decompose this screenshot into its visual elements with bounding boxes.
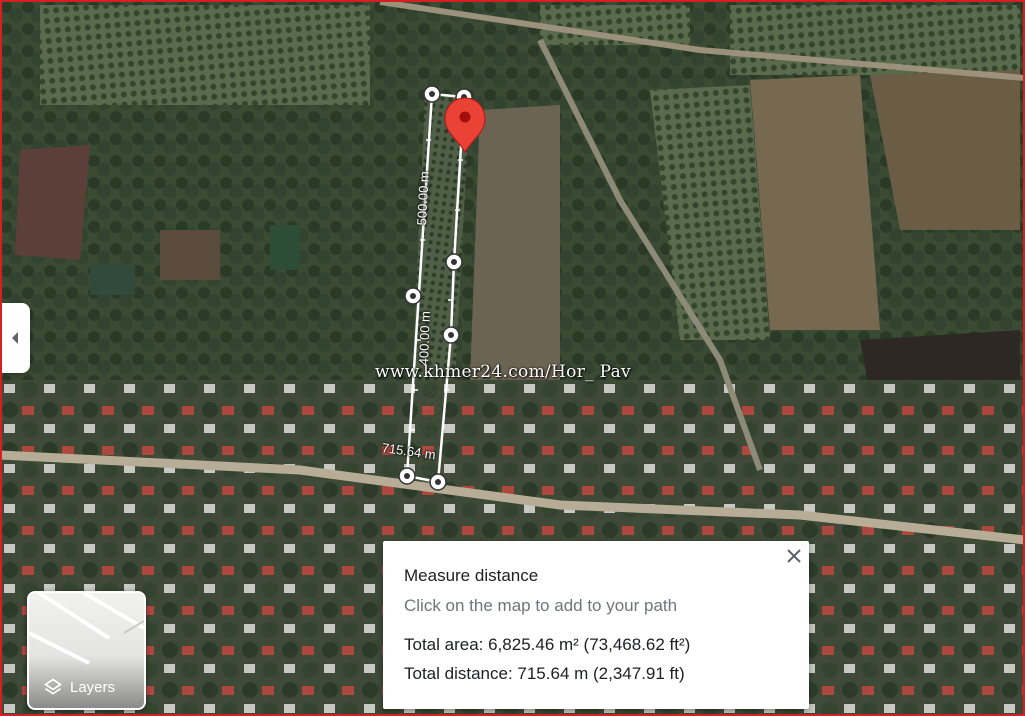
total-distance: Total distance: 715.64 m (2,347.91 ft)	[404, 664, 685, 683]
panel-title: Measure distance	[404, 566, 539, 585]
total-area: Total area: 6,825.46 m² (73,468.62 ft²)	[404, 635, 691, 654]
segment-length-label: 400.00 m	[416, 310, 433, 366]
chevron-left-icon	[12, 332, 18, 344]
watermark: www.khmer24.com/Hor_ Pav	[375, 362, 631, 382]
segment-length-label: 500.00 m	[414, 170, 432, 226]
layers-label: Layers	[70, 678, 116, 696]
layers-icon	[43, 678, 63, 695]
collapse-side-panel-button[interactable]	[0, 303, 30, 373]
layers-button[interactable]: Layers	[27, 591, 146, 710]
close-icon[interactable]	[784, 546, 804, 566]
panel-hint: Click on the map to add to your path	[404, 596, 678, 615]
measure-distance-panel: Measure distance Click on the map to add…	[383, 541, 809, 709]
